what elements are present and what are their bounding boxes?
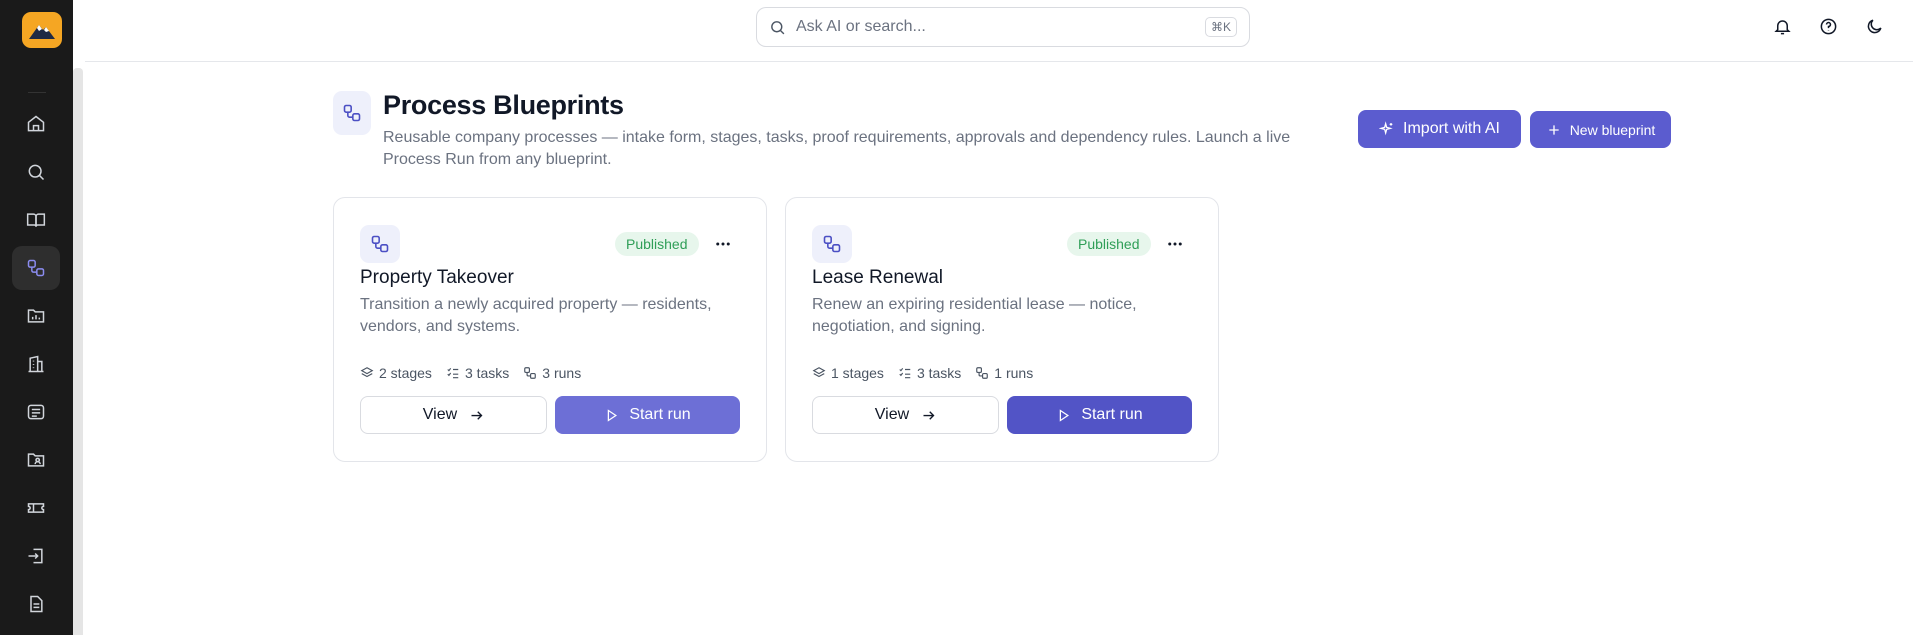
page-title: Process Blueprints — [383, 90, 624, 120]
start-run-label: Start run — [629, 406, 691, 423]
search-icon — [771, 20, 785, 34]
mountain-logo-icon — [29, 25, 55, 39]
workflow-icon — [823, 235, 841, 253]
list-checks-icon — [899, 367, 911, 379]
view-label: View — [874, 406, 910, 423]
import-with-ai-label: Import with AI — [1403, 120, 1500, 137]
layers-icon — [812, 367, 826, 378]
page-icon — [333, 91, 371, 135]
new-blueprint-label: New blueprint — [1569, 121, 1656, 138]
card-menu-button[interactable] — [1162, 231, 1188, 257]
status-badge: Published — [615, 232, 699, 256]
more-horizontal-icon — [716, 242, 730, 246]
status-badge: Published — [1067, 232, 1151, 256]
workflow-icon — [343, 104, 361, 122]
sidebar-item-documents[interactable] — [12, 438, 60, 482]
sidebar-item-tasks[interactable] — [12, 390, 60, 434]
moon-icon — [1867, 18, 1882, 33]
help-circle-icon — [1820, 18, 1836, 34]
sparkles-icon — [1379, 121, 1393, 136]
stages-label: 2 stages — [379, 365, 432, 381]
sidebar-item-move-in[interactable] — [12, 534, 60, 578]
search-shortcut-hint: ⌘K — [1204, 17, 1237, 37]
ticket-icon — [27, 503, 45, 513]
sidebar — [0, 0, 73, 635]
sidebar-item-search[interactable] — [12, 150, 60, 194]
workflow-icon — [27, 259, 45, 277]
global-search[interactable]: Ask AI or search... ⌘K — [756, 7, 1250, 47]
book-icon — [26, 213, 46, 227]
blueprint-card: Published Property Takeover Transition a… — [333, 197, 767, 462]
more-horizontal-icon — [1168, 242, 1182, 246]
workflow-icon — [976, 367, 989, 379]
plus-icon — [1549, 124, 1559, 135]
folder-user-icon — [27, 453, 45, 467]
blueprint-title: Lease Renewal — [812, 267, 943, 288]
arrow-right-icon — [471, 410, 483, 420]
sidebar-item-properties[interactable] — [12, 342, 60, 386]
blueprint-icon-box — [360, 225, 400, 263]
runs-label: 1 runs — [994, 365, 1034, 381]
arrow-right-icon — [923, 410, 935, 420]
sign-in-icon — [28, 548, 43, 564]
blueprint-icon-box — [812, 225, 852, 263]
sidebar-item-tickets[interactable] — [12, 486, 60, 530]
blueprint-stats: 1 stages 3 tasks 1 runs — [812, 365, 1033, 381]
list-checks-icon — [447, 367, 459, 379]
blueprint-description: Renew an expiring residential lease — no… — [812, 296, 1137, 335]
list-box-icon — [27, 404, 45, 420]
sidebar-item-blueprints[interactable] — [12, 246, 60, 290]
runs-count: 3 runs — [523, 365, 581, 381]
notifications-button[interactable] — [1769, 13, 1795, 39]
view-button[interactable]: View — [812, 396, 999, 434]
stages-count: 2 stages — [360, 365, 432, 381]
sidebar-item-files[interactable] — [12, 582, 60, 626]
stages-count: 1 stages — [812, 365, 884, 381]
play-icon — [1060, 408, 1070, 422]
start-run-button[interactable]: Start run — [555, 396, 740, 434]
runs-count: 1 runs — [975, 365, 1033, 381]
sidebar-item-reports[interactable] — [12, 294, 60, 338]
sidebar-scrollbar[interactable] — [73, 68, 83, 635]
bell-icon — [1773, 19, 1791, 34]
new-blueprint-button[interactable]: New blueprint — [1530, 111, 1671, 148]
start-run-label: Start run — [1081, 406, 1143, 423]
page-description: Reusable company processes — intake form… — [383, 129, 1291, 168]
document-icon — [30, 595, 43, 613]
sidebar-item-home[interactable] — [12, 102, 60, 146]
stages-label: 1 stages — [831, 365, 884, 381]
card-menu-button[interactable] — [710, 231, 736, 257]
help-button[interactable] — [1815, 13, 1841, 39]
blueprint-description: Transition a newly acquired property — r… — [360, 296, 712, 335]
blueprint-title: Property Takeover — [360, 267, 514, 288]
view-label: View — [422, 406, 458, 423]
runs-label: 3 runs — [542, 365, 582, 381]
search-icon — [28, 164, 45, 181]
import-with-ai-button[interactable]: Import with AI — [1358, 110, 1521, 148]
view-button[interactable]: View — [360, 396, 547, 434]
blueprint-card: Published Lease Renewal Renew an expirin… — [785, 197, 1219, 462]
workflow-icon — [371, 235, 389, 253]
layers-icon — [360, 367, 374, 378]
building-icon — [28, 355, 44, 373]
start-run-button[interactable]: Start run — [1007, 396, 1192, 434]
theme-toggle-button[interactable] — [1861, 13, 1887, 39]
tasks-label: 3 tasks — [916, 365, 962, 381]
workflow-icon — [524, 367, 537, 379]
tasks-label: 3 tasks — [464, 365, 510, 381]
play-icon — [608, 408, 618, 422]
app-logo[interactable] — [22, 12, 62, 48]
sidebar-item-knowledge[interactable] — [12, 198, 60, 242]
tasks-count: 3 tasks — [898, 365, 961, 381]
folder-chart-icon — [27, 309, 45, 323]
home-icon — [27, 115, 45, 132]
blueprint-stats: 2 stages 3 tasks 3 runs — [360, 365, 581, 381]
sidebar-divider — [28, 92, 46, 93]
tasks-count: 3 tasks — [446, 365, 509, 381]
search-input[interactable]: Ask AI or search... — [796, 18, 1195, 36]
